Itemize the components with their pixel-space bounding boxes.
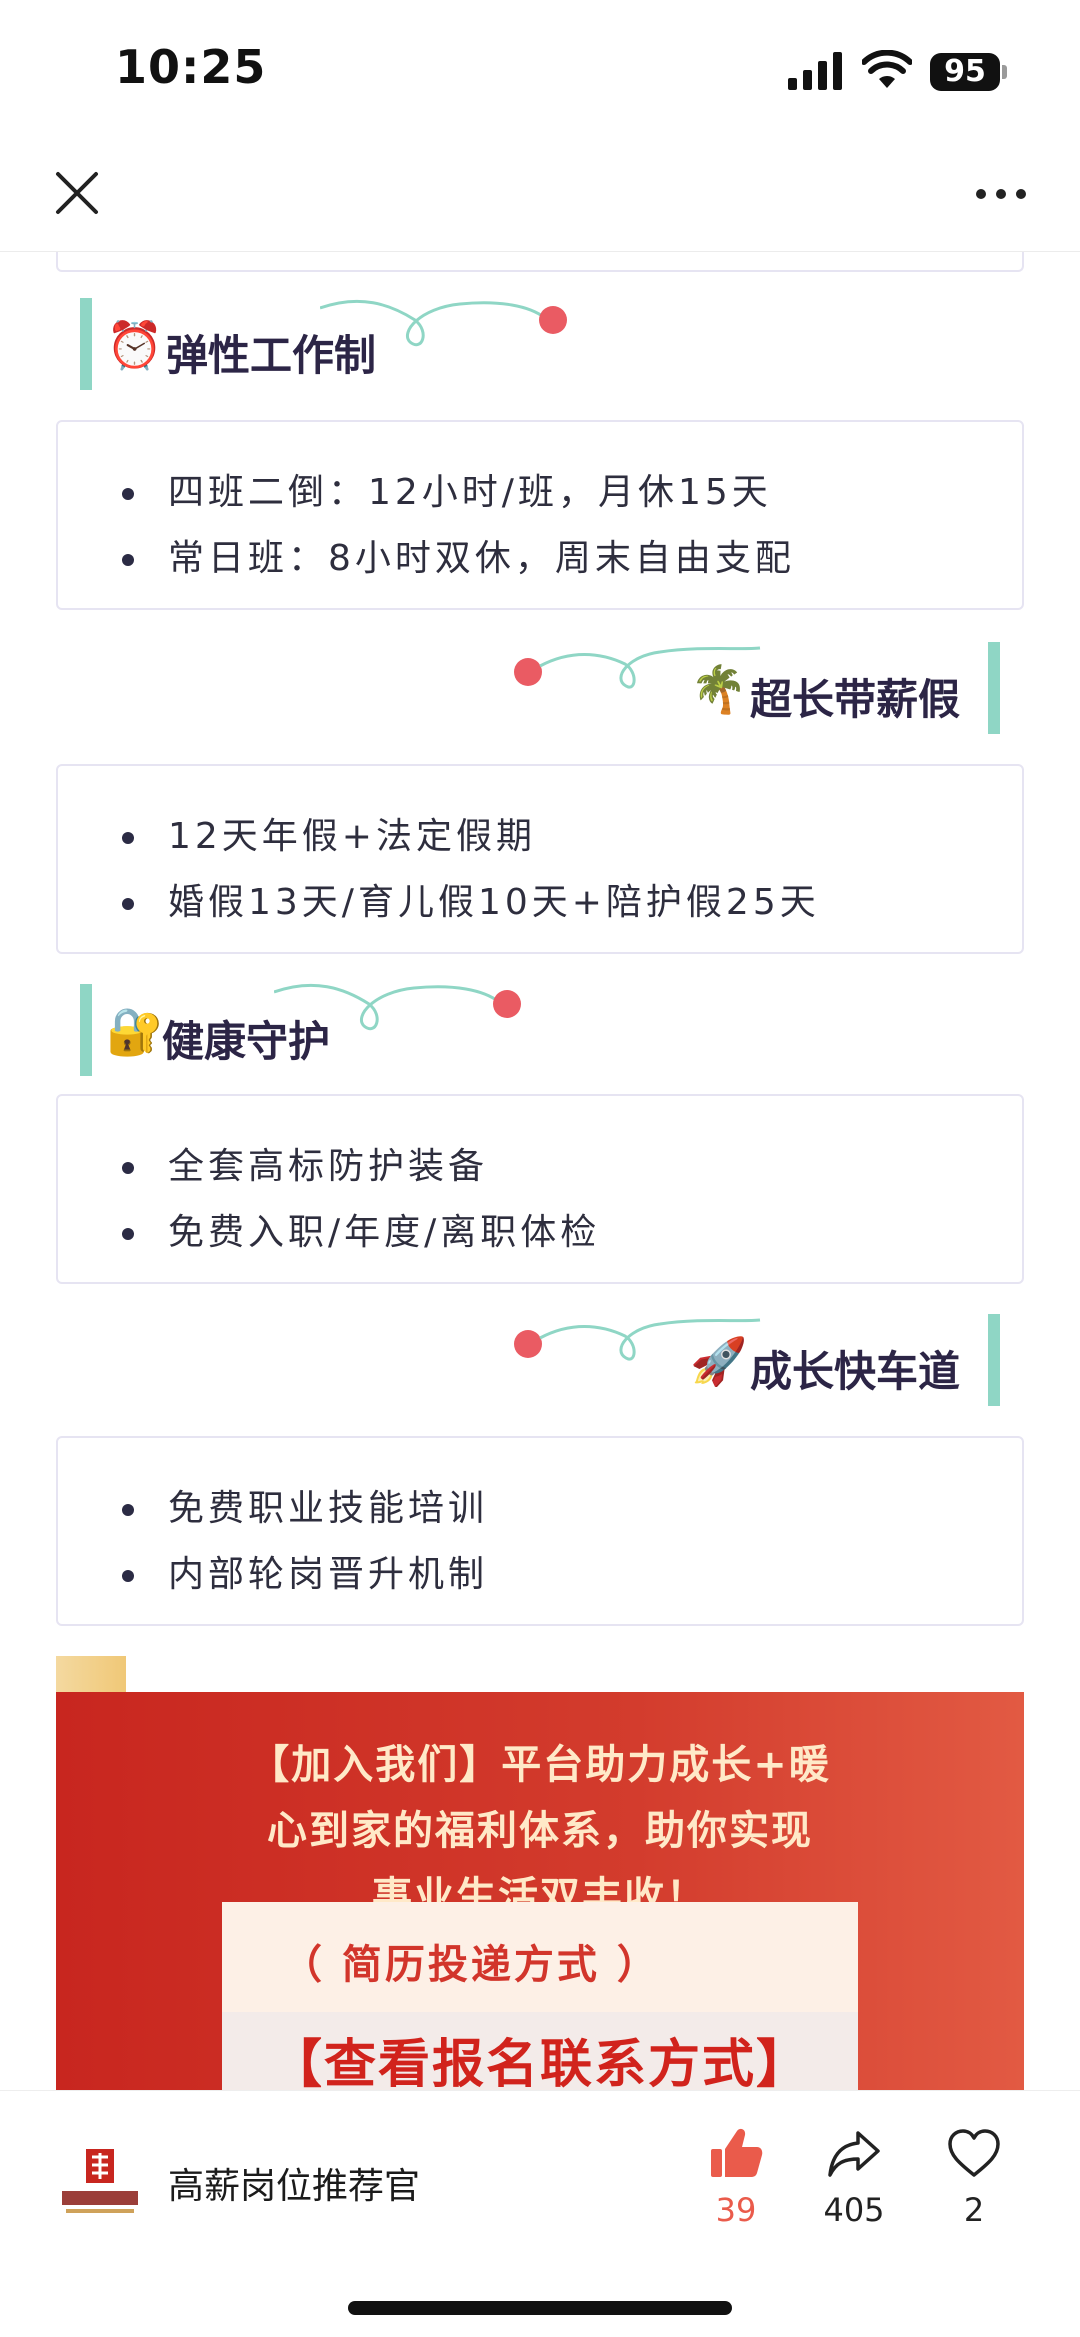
curl-decoration-icon (274, 983, 521, 1030)
curl-decoration-icon (320, 299, 567, 346)
battery-level: 95 (930, 53, 1000, 91)
share-count: 405 (823, 2191, 885, 2229)
favorite-count: 2 (963, 2191, 985, 2229)
share-button[interactable]: 405 (804, 2127, 904, 2229)
author-name[interactable]: 高薪岗位推荐官 (168, 2157, 420, 2209)
battery-tip (1002, 65, 1007, 79)
banner-text: 【加入我们】平台助力成长+暖 心到家的福利体系，助你实现 事业生活双丰收！ (176, 1732, 904, 1930)
status-bar: 10:25 95 (0, 0, 1080, 140)
thumbs-up-icon (711, 2128, 763, 2177)
palm-tree-icon: 🌴 (690, 662, 748, 716)
title-accent-bar (988, 642, 1000, 734)
section-title-flexible-work: ⏰ 弹性工作制 (80, 298, 600, 390)
card-paid-leave: 12天年假+法定假期 婚假13天/育儿假10天+陪护假25天 (56, 764, 1024, 954)
home-indicator[interactable] (348, 2301, 732, 2315)
section-title-text: 成长快车道 (750, 1347, 961, 1396)
article-content: ⏰ 弹性工作制 四班二倒：12小时/班，月休15天 常日班：8小时双休，周末自由… (0, 252, 1080, 2090)
share-icon (828, 2131, 880, 2177)
previous-card-edge (56, 252, 1024, 272)
cv-submission-box: （ 简历投递方式 ） 【查看报名联系方式】 (222, 1902, 858, 2090)
banner-tab (56, 1656, 126, 1696)
card-flexible-work: 四班二倒：12小时/班，月休15天 常日班：8小时双休，周末自由支配 (56, 420, 1024, 610)
list-item: 婚假13天/育儿假10天+陪护假25天 (122, 870, 1022, 936)
banner-line: 心到家的福利体系，助你实现 (267, 1808, 813, 1854)
more-icon[interactable] (973, 186, 1029, 202)
wifi-icon (862, 50, 912, 88)
section-title-health: 🔐 健康守护 (80, 983, 600, 1076)
title-accent-bar (80, 298, 92, 390)
section-title-growth: 🚀 成长快车道 (500, 1314, 1000, 1406)
alarm-clock-icon: ⏰ (106, 318, 164, 372)
list-item: 12天年假+法定假期 (122, 804, 1022, 870)
section-title-paid-leave: 🌴 超长带薪假 (500, 642, 1000, 734)
section-title-text: 超长带薪假 (750, 675, 961, 724)
close-icon[interactable] (52, 168, 102, 218)
list-item: 免费职业技能培训 (122, 1476, 1022, 1542)
title-accent-bar (988, 1314, 1000, 1406)
rocket-icon: 🚀 (690, 1334, 748, 1388)
card-health: 全套高标防护装备 免费入职/年度/离职体检 (56, 1094, 1024, 1284)
author-avatar[interactable] (56, 2139, 144, 2227)
card-growth: 免费职业技能培训 内部轮岗晋升机制 (56, 1436, 1024, 1626)
nav-bar (0, 140, 1080, 252)
like-count: 39 (715, 2191, 757, 2229)
cellular-signal-icon (788, 52, 842, 90)
title-accent-bar (80, 984, 92, 1076)
banner-line: 【加入我们】平台助力成长+暖 (249, 1742, 831, 1788)
list-item: 常日班：8小时双休，周末自由支配 (122, 526, 1022, 592)
favorite-button[interactable]: 2 (924, 2127, 1024, 2229)
list-item: 免费入职/年度/离职体检 (122, 1200, 1022, 1266)
cv-submission-title: （ 简历投递方式 ） (282, 1942, 660, 1988)
view-contact-link[interactable]: 【查看报名联系方式】 (222, 2022, 858, 2090)
like-button[interactable]: 39 (686, 2127, 786, 2229)
heart-icon (948, 2129, 1000, 2177)
lock-with-key-icon: 🔐 (106, 1004, 164, 1058)
battery-indicator: 95 (930, 53, 1007, 91)
bottom-action-bar: 高薪岗位推荐官 39 405 2 (0, 2090, 1080, 2337)
list-item: 内部轮岗晋升机制 (122, 1542, 1022, 1608)
status-time: 10:25 (115, 40, 267, 94)
list-item: 全套高标防护装备 (122, 1134, 1022, 1200)
join-us-banner: 【加入我们】平台助力成长+暖 心到家的福利体系，助你实现 事业生活双丰收！ （ … (56, 1692, 1024, 2090)
list-item: 四班二倒：12小时/班，月休15天 (122, 460, 1022, 526)
